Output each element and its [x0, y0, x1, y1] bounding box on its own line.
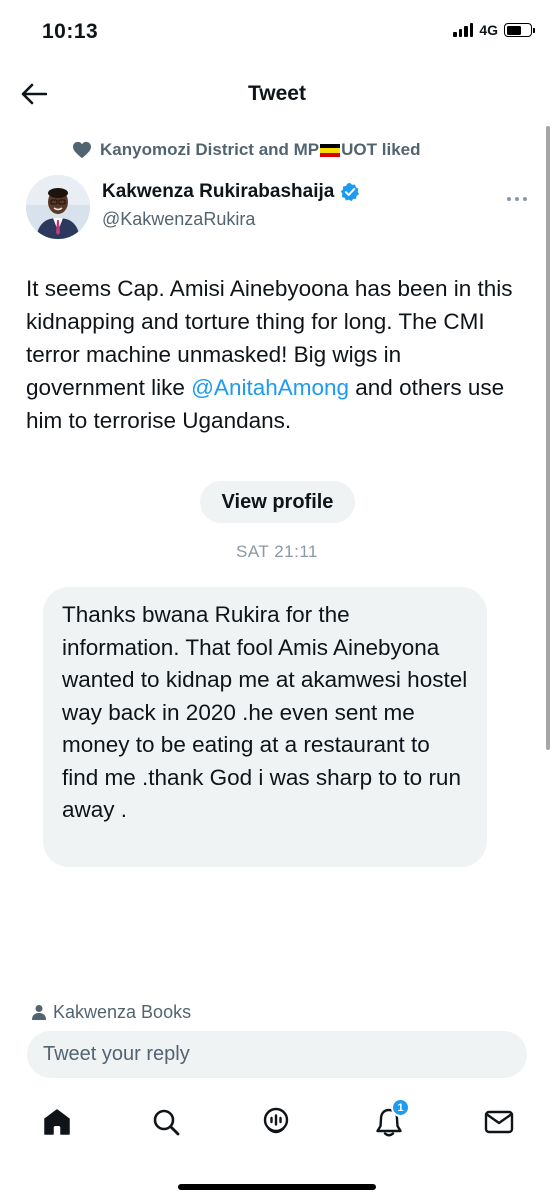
- reply-input[interactable]: [43, 1043, 527, 1066]
- avatar[interactable]: [26, 175, 90, 239]
- author-handle[interactable]: @KakwenzaRukira: [102, 209, 255, 230]
- social-context-text: Kanyomozi District and MP UOT liked: [100, 140, 421, 160]
- social-context[interactable]: Kanyomozi District and MP UOT liked: [72, 140, 421, 160]
- nav-bar: Tweet: [0, 64, 554, 126]
- message-text: Thanks bwana Rukira for the information.…: [62, 602, 468, 822]
- social-context-text-before: Kanyomozi District and MP: [100, 140, 320, 159]
- messages-icon: [484, 1110, 514, 1134]
- person-icon: [32, 1005, 46, 1020]
- home-indicator[interactable]: [178, 1184, 376, 1190]
- tab-spaces[interactable]: [258, 1104, 294, 1140]
- reply-bar[interactable]: [27, 1031, 527, 1078]
- footer-author[interactable]: Kakwenza Books: [32, 1000, 191, 1024]
- tab-search[interactable]: [148, 1104, 184, 1140]
- scroll-indicator[interactable]: [546, 126, 550, 750]
- status-indicators: 4G: [453, 22, 535, 38]
- tweet-author: Kakwenza Rukirabashaija @KakwenzaRukira: [26, 175, 536, 239]
- battery-icon: [504, 23, 535, 37]
- notification-badge: 1: [391, 1098, 410, 1117]
- tab-home[interactable]: [39, 1104, 75, 1140]
- message-bubble[interactable]: Thanks bwana Rukira for the information.…: [43, 587, 487, 867]
- view-profile-button[interactable]: View profile: [200, 481, 355, 523]
- tab-notifications[interactable]: 1: [371, 1098, 410, 1140]
- heart-icon: [73, 141, 91, 159]
- more-options-button[interactable]: [506, 185, 528, 208]
- message-timestamp: SAT 21:11: [236, 542, 318, 561]
- search-icon: [153, 1109, 180, 1136]
- tweet-text: It seems Cap. Amisi Ainebyoona has been …: [26, 272, 526, 437]
- author-name-text: Kakwenza Rukirabashaija: [102, 181, 335, 202]
- tab-messages[interactable]: [481, 1104, 517, 1140]
- signal-icon: [453, 23, 474, 37]
- home-icon: [44, 1109, 70, 1135]
- spaces-icon: [263, 1107, 289, 1134]
- avatar-image: [26, 175, 90, 239]
- author-name[interactable]: Kakwenza Rukirabashaija: [102, 181, 360, 203]
- page-title: Tweet: [248, 82, 306, 105]
- status-time: 10:13: [42, 20, 99, 43]
- network-type: 4G: [479, 22, 498, 38]
- status-bar: 10:13 4G: [0, 0, 554, 64]
- tab-bar: 1: [0, 1094, 554, 1150]
- social-context-text-after: UOT liked: [341, 140, 421, 159]
- more-icon: [507, 197, 527, 201]
- verified-badge-icon: [341, 182, 360, 202]
- mention-link[interactable]: @AnitahAmong: [191, 375, 349, 400]
- footer-author-text: Kakwenza Books: [53, 1001, 192, 1022]
- uganda-flag-icon: [320, 143, 341, 158]
